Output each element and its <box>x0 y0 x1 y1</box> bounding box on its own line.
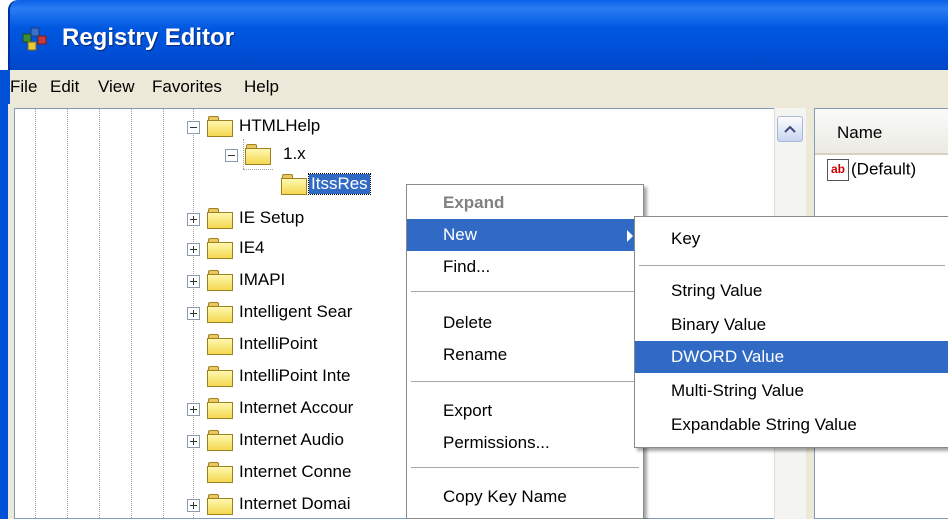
folder-icon <box>207 462 233 483</box>
value-row-default[interactable]: ab (Default) <box>827 159 916 181</box>
tree-node-label: IE Setup <box>239 208 305 227</box>
menu-item-find[interactable]: Find... <box>407 251 643 283</box>
folder-icon <box>207 334 233 355</box>
folder-icon <box>207 366 233 387</box>
folder-icon <box>207 270 233 291</box>
folder-open-icon <box>281 174 307 195</box>
folder-icon <box>207 430 233 451</box>
tree-node-label: Internet Domai <box>239 494 351 513</box>
menu-separator <box>639 265 945 266</box>
menu-separator <box>411 381 639 382</box>
folder-open-icon <box>245 144 271 165</box>
column-header-name[interactable]: Name <box>815 109 948 155</box>
menu-help[interactable]: Help <box>244 77 279 97</box>
menu-edit[interactable]: Edit <box>50 77 79 97</box>
tree-guide-line <box>243 169 273 170</box>
expand-toggle-icon[interactable] <box>187 435 200 448</box>
collapse-toggle-icon[interactable] <box>225 149 238 162</box>
expand-toggle-icon[interactable] <box>187 213 200 226</box>
menu-view[interactable]: View <box>98 77 135 97</box>
folder-icon <box>207 208 233 229</box>
tree-node-label: HTMLHelp <box>239 116 321 135</box>
tree-node-label: IntelliPoint <box>239 334 318 353</box>
tree-node-label: Internet Accour <box>239 398 354 417</box>
menu-bar: File Edit View Favorites Help <box>8 70 948 104</box>
folder-icon <box>207 494 233 515</box>
folder-icon <box>207 238 233 259</box>
title-bar[interactable]: Registry Editor <box>8 0 948 70</box>
registry-editor-icon <box>22 27 47 51</box>
tree-node-label: Internet Conne <box>239 462 352 481</box>
registry-editor-window: Registry Editor File Edit View Favorites… <box>0 0 948 519</box>
context-menu: Expand New Find... Delete Rename Export … <box>406 184 644 519</box>
submenu-item-string-value[interactable]: String Value <box>635 275 948 307</box>
submenu-arrow-icon <box>627 230 633 242</box>
tree-guide-line <box>243 139 244 169</box>
expand-toggle-icon[interactable] <box>187 403 200 416</box>
folder-open-icon <box>207 116 233 137</box>
submenu-item-binary-value[interactable]: Binary Value <box>635 309 948 341</box>
tree-node-label: IE4 <box>239 238 265 257</box>
menu-separator <box>411 291 639 292</box>
tree-node-label: Internet Audio <box>239 430 344 449</box>
folder-icon <box>207 302 233 323</box>
menu-item-delete[interactable]: Delete <box>407 307 643 339</box>
tree-node-label: IntelliPoint Inte <box>239 366 351 385</box>
window-title: Registry Editor <box>62 24 235 51</box>
menu-item-permissions[interactable]: Permissions... <box>407 427 643 459</box>
submenu-item-expandable-string-value[interactable]: Expandable String Value <box>635 409 948 441</box>
menu-file[interactable]: File <box>10 77 37 97</box>
tree-guide-line <box>131 109 132 518</box>
submenu-item-key[interactable]: Key <box>635 223 948 255</box>
expand-toggle-icon[interactable] <box>187 307 200 320</box>
arrow-up-icon <box>784 125 796 133</box>
tree-node-label: Intelligent Sear <box>239 302 353 321</box>
menu-item-export[interactable]: Export <box>407 395 643 427</box>
tree-node-label: IMAPI <box>239 270 286 289</box>
new-submenu: Key String Value Binary Value DWORD Valu… <box>634 216 948 448</box>
submenu-item-dword-value[interactable]: DWORD Value <box>635 341 948 373</box>
tree-guide-line <box>35 109 36 518</box>
menu-item-new[interactable]: New <box>407 219 643 251</box>
collapse-toggle-icon[interactable] <box>187 121 200 134</box>
tree-guide-line <box>163 109 164 518</box>
tree-guide-line <box>67 109 68 518</box>
value-name: (Default) <box>851 159 917 179</box>
menu-item-rename[interactable]: Rename <box>407 339 643 371</box>
scroll-up-button[interactable] <box>777 116 803 142</box>
tree-node-label-selected: ItssRes <box>308 173 371 195</box>
folder-icon <box>207 398 233 419</box>
window-left-border <box>0 70 8 519</box>
menu-item-copy-key-name[interactable]: Copy Key Name <box>407 481 643 513</box>
menu-separator <box>411 467 639 468</box>
tree-guide-line <box>99 109 100 518</box>
menu-item-expand[interactable]: Expand <box>407 187 643 219</box>
menu-favorites[interactable]: Favorites <box>152 77 222 97</box>
tree-node-label: 1.x <box>283 144 306 163</box>
expand-toggle-icon[interactable] <box>187 499 200 512</box>
expand-toggle-icon[interactable] <box>187 243 200 256</box>
string-value-icon: ab <box>827 159 849 181</box>
expand-toggle-icon[interactable] <box>187 275 200 288</box>
submenu-item-multi-string-value[interactable]: Multi-String Value <box>635 375 948 407</box>
